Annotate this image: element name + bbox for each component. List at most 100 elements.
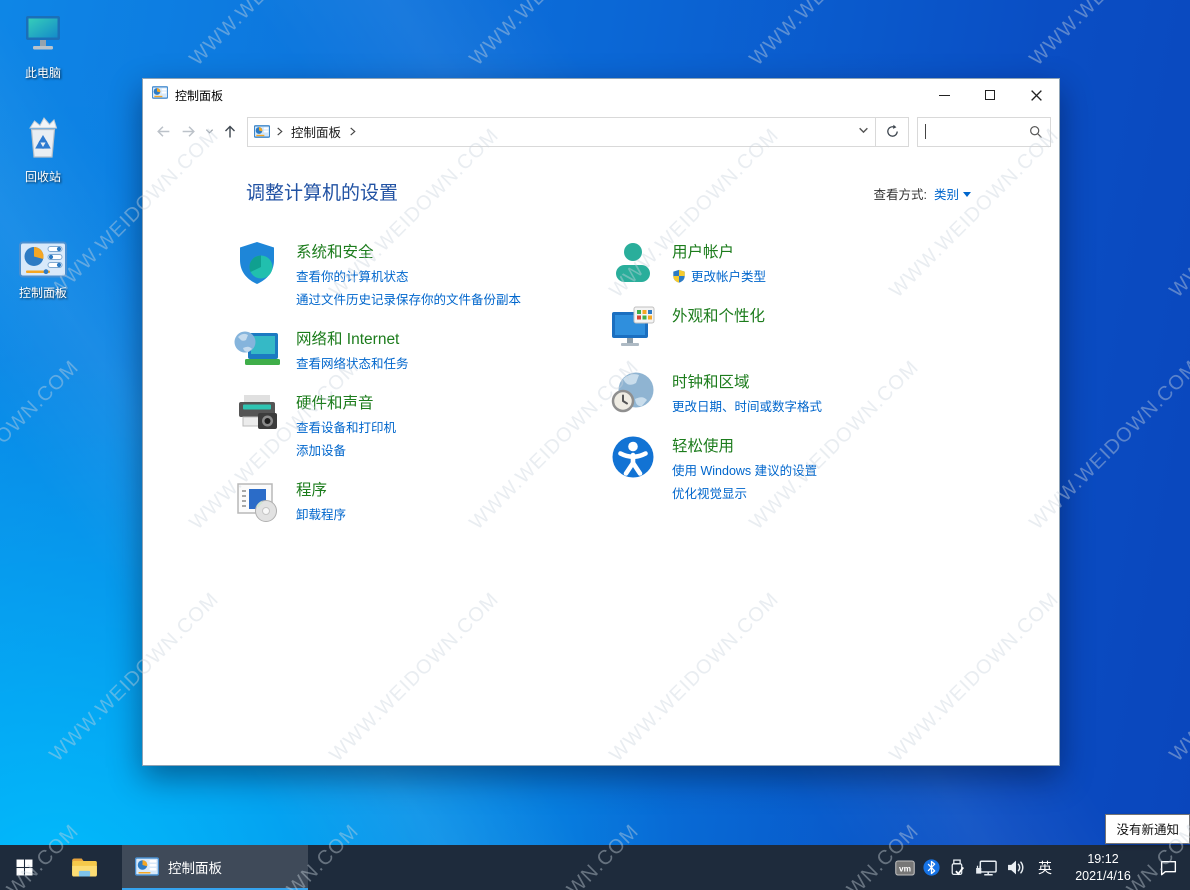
forward-button[interactable] <box>176 117 201 147</box>
this-pc-icon <box>2 8 84 58</box>
search-input[interactable] <box>917 117 1051 147</box>
watermark-text: WWW.WEIDOWN.COM <box>185 0 363 71</box>
category-title[interactable]: 用户帐户 <box>672 240 766 262</box>
breadcrumb-separator-icon <box>275 126 284 137</box>
category-title[interactable]: 程序 <box>296 478 346 500</box>
desktop-icon-control-panel[interactable]: 控制面板 <box>2 228 84 301</box>
address-dropdown-button[interactable] <box>858 123 869 141</box>
category-user-accounts: 用户帐户 更改帐户类型 <box>609 239 1059 289</box>
start-button[interactable] <box>0 845 48 890</box>
breadcrumb-item[interactable]: 控制面板 <box>291 122 341 141</box>
watermark-text: WWW.WEIDOWN.COM <box>0 356 84 534</box>
category-task-link[interactable]: 更改日期、时间或数字格式 <box>672 396 822 415</box>
taskbar: 控制面板 vm <box>0 845 1190 890</box>
category-task-link[interactable]: 查看设备和打印机 <box>296 417 396 436</box>
desktop-icon-this-pc[interactable]: 此电脑 <box>2 8 84 81</box>
maximize-icon <box>985 90 995 100</box>
view-by-value: 类别 <box>934 184 959 203</box>
programs-icon[interactable] <box>233 477 281 525</box>
taskbar-empty-area[interactable] <box>308 845 895 890</box>
category-task-link[interactable]: 使用 Windows 建议的设置 <box>672 460 817 479</box>
desktop-icon-label: 控制面板 <box>2 284 84 301</box>
desktop-icon-label: 此电脑 <box>2 64 84 81</box>
action-center-button[interactable] <box>1150 859 1186 876</box>
category-clock-region: 时钟和区域 更改日期、时间或数字格式 <box>609 369 1059 419</box>
category-ease-of-access: 轻松使用 使用 Windows 建议的设置 优化视觉显示 <box>609 433 1059 506</box>
clock-date: 2021/4/16 <box>1071 868 1135 884</box>
category-title[interactable]: 外观和个性化 <box>672 304 765 326</box>
category-task-link[interactable]: 添加设备 <box>296 440 396 459</box>
volume-icon[interactable] <box>1006 859 1026 876</box>
minimize-button[interactable] <box>921 79 967 111</box>
printer-icon[interactable] <box>233 390 281 438</box>
control-panel-window: 控制面板 <box>142 78 1060 766</box>
refresh-button[interactable] <box>876 117 909 147</box>
desktop-icon-label: 回收站 <box>2 168 84 185</box>
category-title[interactable]: 硬件和声音 <box>296 391 396 413</box>
system-tray: vm <box>895 845 1190 890</box>
text-cursor <box>925 124 926 139</box>
maximize-button[interactable] <box>967 79 1013 111</box>
window-titlebar[interactable]: 控制面板 <box>143 79 1059 111</box>
control-panel-icon <box>254 125 270 138</box>
taskbar-clock[interactable]: 19:12 2021/4/16 <box>1071 851 1135 884</box>
clock-region-icon[interactable] <box>609 369 657 417</box>
forward-icon <box>180 123 197 140</box>
action-center-icon <box>1159 859 1178 876</box>
recycle-bin-icon <box>2 112 84 162</box>
chevron-down-icon <box>858 125 869 136</box>
search-icon[interactable] <box>1029 125 1043 139</box>
network-tray-icon[interactable] <box>975 859 998 877</box>
back-icon <box>155 123 172 140</box>
breadcrumb-separator-icon[interactable] <box>348 126 357 137</box>
chevron-down-icon <box>963 192 971 197</box>
watermark-text: WWW.WEIDOWN.COM <box>1165 124 1190 302</box>
category-task-link-label: 更改帐户类型 <box>691 266 766 285</box>
desktop-icon-recycle-bin[interactable]: 回收站 <box>2 112 84 185</box>
category-title[interactable]: 时钟和区域 <box>672 370 822 392</box>
svg-text:vm: vm <box>899 863 911 873</box>
up-button[interactable] <box>217 117 242 147</box>
watermark-text: WWW.WEIDOWN.COM <box>465 0 643 71</box>
category-network-internet: 网络和 Internet 查看网络状态和任务 <box>233 326 609 376</box>
category-task-link[interactable]: 优化视觉显示 <box>672 483 817 502</box>
category-task-link[interactable]: 查看网络状态和任务 <box>296 353 409 372</box>
close-icon <box>1030 89 1043 102</box>
taskbar-task-control-panel[interactable]: 控制面板 <box>122 845 308 890</box>
chevron-down-icon <box>205 127 214 136</box>
personalization-icon[interactable] <box>609 303 657 351</box>
category-task-link[interactable]: 查看你的计算机状态 <box>296 266 521 285</box>
windows-start-icon <box>16 859 33 876</box>
usb-device-icon[interactable] <box>948 859 967 877</box>
category-task-link[interactable]: 通过文件历史记录保存你的文件备份副本 <box>296 289 521 308</box>
category-title[interactable]: 网络和 Internet <box>296 327 409 349</box>
history-dropdown-button[interactable] <box>201 117 217 147</box>
category-task-link[interactable]: 卸载程序 <box>296 504 346 523</box>
view-by-dropdown[interactable]: 类别 <box>934 184 971 203</box>
control-panel-icon <box>152 86 168 104</box>
language-indicator[interactable]: 英 <box>1038 858 1052 878</box>
ease-of-access-icon[interactable] <box>609 433 657 481</box>
category-appearance-personalization: 外观和个性化 <box>609 303 1059 351</box>
category-title[interactable]: 轻松使用 <box>672 434 817 456</box>
file-explorer-icon <box>71 856 98 879</box>
network-icon[interactable] <box>233 326 281 374</box>
user-icon[interactable] <box>609 239 657 287</box>
category-task-link[interactable]: 更改帐户类型 <box>672 266 766 285</box>
address-bar[interactable]: 控制面板 <box>247 117 876 147</box>
taskbar-task-label: 控制面板 <box>168 857 222 877</box>
control-panel-icon <box>2 228 84 278</box>
watermark-text: WWW.WEIDOWN.COM <box>745 0 923 71</box>
refresh-icon <box>885 124 900 139</box>
category-system-security: 系统和安全 查看你的计算机状态 通过文件历史记录保存你的文件备份副本 <box>233 239 609 312</box>
navigation-bar: 控制面板 <box>143 111 1059 152</box>
file-explorer-button[interactable] <box>60 845 108 890</box>
close-button[interactable] <box>1013 79 1059 111</box>
category-title[interactable]: 系统和安全 <box>296 240 521 262</box>
bluetooth-icon[interactable] <box>923 859 940 876</box>
shield-icon[interactable] <box>233 239 281 287</box>
back-button[interactable] <box>151 117 176 147</box>
minimize-icon <box>939 95 950 96</box>
window-content: 调整计算机的设置 查看方式: 类别 <box>143 152 1059 765</box>
vmware-tray-icon[interactable]: vm <box>895 860 915 876</box>
